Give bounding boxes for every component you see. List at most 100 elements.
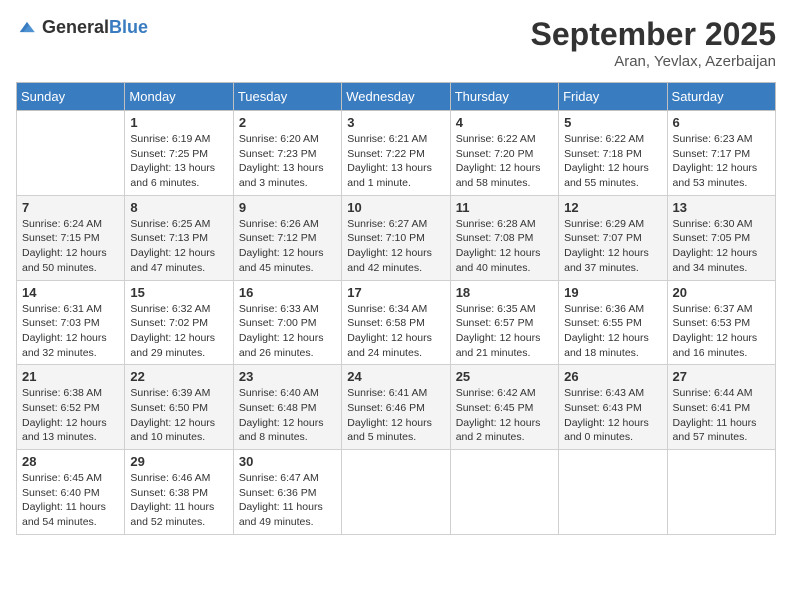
cell-content: Sunrise: 6:34 AM Sunset: 6:58 PM Dayligh… bbox=[347, 302, 444, 361]
day-number: 16 bbox=[239, 285, 336, 300]
day-number: 30 bbox=[239, 454, 336, 469]
day-number: 5 bbox=[564, 115, 661, 130]
calendar-cell bbox=[559, 450, 667, 535]
cell-content: Sunrise: 6:36 AM Sunset: 6:55 PM Dayligh… bbox=[564, 302, 661, 361]
cell-content: Sunrise: 6:40 AM Sunset: 6:48 PM Dayligh… bbox=[239, 386, 336, 445]
calendar-cell: 3 Sunrise: 6:21 AM Sunset: 7:22 PM Daylig… bbox=[342, 111, 450, 196]
day-number: 4 bbox=[456, 115, 553, 130]
cell-content: Sunrise: 6:30 AM Sunset: 7:05 PM Dayligh… bbox=[673, 217, 770, 276]
calendar-cell: 11 Sunrise: 6:28 AM Sunset: 7:08 PM Dayli… bbox=[450, 195, 558, 280]
day-number: 21 bbox=[22, 369, 119, 384]
cell-content: Sunrise: 6:29 AM Sunset: 7:07 PM Dayligh… bbox=[564, 217, 661, 276]
day-number: 7 bbox=[22, 200, 119, 215]
calendar-cell: 22 Sunrise: 6:39 AM Sunset: 6:50 PM Dayli… bbox=[125, 365, 233, 450]
calendar-cell: 19 Sunrise: 6:36 AM Sunset: 6:55 PM Dayli… bbox=[559, 280, 667, 365]
cell-content: Sunrise: 6:31 AM Sunset: 7:03 PM Dayligh… bbox=[22, 302, 119, 361]
calendar-cell: 20 Sunrise: 6:37 AM Sunset: 6:53 PM Dayli… bbox=[667, 280, 775, 365]
day-number: 23 bbox=[239, 369, 336, 384]
weekday-header: Thursday bbox=[450, 83, 558, 111]
weekday-header: Saturday bbox=[667, 83, 775, 111]
calendar-cell: 5Sunrise: 6:22 AM Sunset: 7:18 PM Daylig… bbox=[559, 111, 667, 196]
calendar-week-row: 14 Sunrise: 6:31 AM Sunset: 7:03 PM Dayli… bbox=[17, 280, 776, 365]
day-number: 28 bbox=[22, 454, 119, 469]
cell-content: Sunrise: 6:19 AM Sunset: 7:25 PM Dayligh… bbox=[130, 132, 227, 191]
cell-content: Sunrise: 6:22 AM Sunset: 7:20 PM Dayligh… bbox=[456, 132, 553, 191]
cell-content: Sunrise: 6:28 AM Sunset: 7:08 PM Dayligh… bbox=[456, 217, 553, 276]
calendar-week-row: 7Sunrise: 6:24 AM Sunset: 7:15 PM Daylig… bbox=[17, 195, 776, 280]
calendar-cell: 24Sunrise: 6:41 AM Sunset: 6:46 PM Dayli… bbox=[342, 365, 450, 450]
calendar-week-row: 21 Sunrise: 6:38 AM Sunset: 6:52 PM Dayli… bbox=[17, 365, 776, 450]
day-number: 27 bbox=[673, 369, 770, 384]
calendar-cell: 17 Sunrise: 6:34 AM Sunset: 6:58 PM Dayli… bbox=[342, 280, 450, 365]
calendar-cell: 29Sunrise: 6:46 AM Sunset: 6:38 PM Dayli… bbox=[125, 450, 233, 535]
calendar-cell: 7Sunrise: 6:24 AM Sunset: 7:15 PM Daylig… bbox=[17, 195, 125, 280]
calendar-cell: 15Sunrise: 6:32 AM Sunset: 7:02 PM Dayli… bbox=[125, 280, 233, 365]
calendar-cell: 2Sunrise: 6:20 AM Sunset: 7:23 PM Daylig… bbox=[233, 111, 341, 196]
location-title: Aran, Yevlax, Azerbaijan bbox=[531, 53, 776, 70]
day-number: 14 bbox=[22, 285, 119, 300]
day-number: 19 bbox=[564, 285, 661, 300]
weekday-header: Monday bbox=[125, 83, 233, 111]
calendar-cell: 4 Sunrise: 6:22 AM Sunset: 7:20 PM Daylig… bbox=[450, 111, 558, 196]
day-number: 10 bbox=[347, 200, 444, 215]
day-number: 17 bbox=[347, 285, 444, 300]
cell-content: Sunrise: 6:39 AM Sunset: 6:50 PM Dayligh… bbox=[130, 386, 227, 445]
day-number: 8 bbox=[130, 200, 227, 215]
calendar-week-row: 28Sunrise: 6:45 AM Sunset: 6:40 PM Dayli… bbox=[17, 450, 776, 535]
day-number: 29 bbox=[130, 454, 227, 469]
day-number: 26 bbox=[564, 369, 661, 384]
day-number: 13 bbox=[673, 200, 770, 215]
calendar-cell bbox=[342, 450, 450, 535]
calendar-cell: 12 Sunrise: 6:29 AM Sunset: 7:07 PM Dayli… bbox=[559, 195, 667, 280]
cell-content: Sunrise: 6:37 AM Sunset: 6:53 PM Dayligh… bbox=[673, 302, 770, 361]
cell-content: Sunrise: 6:21 AM Sunset: 7:22 PM Dayligh… bbox=[347, 132, 444, 191]
page-header: GeneralBlue September 2025 Aran, Yevlax,… bbox=[16, 16, 776, 70]
calendar-cell bbox=[450, 450, 558, 535]
calendar-cell: 21 Sunrise: 6:38 AM Sunset: 6:52 PM Dayli… bbox=[17, 365, 125, 450]
calendar-cell: 9Sunrise: 6:26 AM Sunset: 7:12 PM Daylig… bbox=[233, 195, 341, 280]
calendar-header: SundayMondayTuesdayWednesdayThursdayFrid… bbox=[17, 83, 776, 111]
calendar-cell: 28Sunrise: 6:45 AM Sunset: 6:40 PM Dayli… bbox=[17, 450, 125, 535]
cell-content: Sunrise: 6:38 AM Sunset: 6:52 PM Dayligh… bbox=[22, 386, 119, 445]
day-number: 20 bbox=[673, 285, 770, 300]
calendar-body: 1 Sunrise: 6:19 AM Sunset: 7:25 PM Daylig… bbox=[17, 111, 776, 535]
weekday-header: Tuesday bbox=[233, 83, 341, 111]
calendar-week-row: 1 Sunrise: 6:19 AM Sunset: 7:25 PM Daylig… bbox=[17, 111, 776, 196]
day-number: 1 bbox=[130, 115, 227, 130]
day-number: 6 bbox=[673, 115, 770, 130]
day-number: 12 bbox=[564, 200, 661, 215]
day-number: 2 bbox=[239, 115, 336, 130]
calendar-cell: 1 Sunrise: 6:19 AM Sunset: 7:25 PM Daylig… bbox=[125, 111, 233, 196]
calendar-cell bbox=[17, 111, 125, 196]
day-number: 3 bbox=[347, 115, 444, 130]
calendar-cell: 10 Sunrise: 6:27 AM Sunset: 7:10 PM Dayli… bbox=[342, 195, 450, 280]
logo: GeneralBlue bbox=[16, 16, 148, 38]
calendar-cell: 13 Sunrise: 6:30 AM Sunset: 7:05 PM Dayli… bbox=[667, 195, 775, 280]
cell-content: Sunrise: 6:27 AM Sunset: 7:10 PM Dayligh… bbox=[347, 217, 444, 276]
calendar-cell bbox=[667, 450, 775, 535]
day-number: 18 bbox=[456, 285, 553, 300]
day-number: 25 bbox=[456, 369, 553, 384]
title-block: September 2025 Aran, Yevlax, Azerbaijan bbox=[531, 16, 776, 70]
day-number: 11 bbox=[456, 200, 553, 215]
cell-content: Sunrise: 6:25 AM Sunset: 7:13 PM Dayligh… bbox=[130, 217, 227, 276]
logo-icon bbox=[16, 16, 38, 38]
calendar-cell: 25Sunrise: 6:42 AM Sunset: 6:45 PM Dayli… bbox=[450, 365, 558, 450]
cell-content: Sunrise: 6:47 AM Sunset: 6:36 PM Dayligh… bbox=[239, 471, 336, 530]
calendar-cell: 14 Sunrise: 6:31 AM Sunset: 7:03 PM Dayli… bbox=[17, 280, 125, 365]
calendar-cell: 16 Sunrise: 6:33 AM Sunset: 7:00 PM Dayli… bbox=[233, 280, 341, 365]
cell-content: Sunrise: 6:33 AM Sunset: 7:00 PM Dayligh… bbox=[239, 302, 336, 361]
calendar-table: SundayMondayTuesdayWednesdayThursdayFrid… bbox=[16, 82, 776, 535]
day-number: 24 bbox=[347, 369, 444, 384]
cell-content: Sunrise: 6:35 AM Sunset: 6:57 PM Dayligh… bbox=[456, 302, 553, 361]
weekday-header: Sunday bbox=[17, 83, 125, 111]
cell-content: Sunrise: 6:43 AM Sunset: 6:43 PM Dayligh… bbox=[564, 386, 661, 445]
cell-content: Sunrise: 6:26 AM Sunset: 7:12 PM Dayligh… bbox=[239, 217, 336, 276]
weekday-header: Friday bbox=[559, 83, 667, 111]
calendar-cell: 8 Sunrise: 6:25 AM Sunset: 7:13 PM Daylig… bbox=[125, 195, 233, 280]
day-number: 22 bbox=[130, 369, 227, 384]
calendar-cell: 18 Sunrise: 6:35 AM Sunset: 6:57 PM Dayli… bbox=[450, 280, 558, 365]
cell-content: Sunrise: 6:32 AM Sunset: 7:02 PM Dayligh… bbox=[130, 302, 227, 361]
logo-text: GeneralBlue bbox=[42, 17, 148, 38]
calendar-cell: 6Sunrise: 6:23 AM Sunset: 7:17 PM Daylig… bbox=[667, 111, 775, 196]
